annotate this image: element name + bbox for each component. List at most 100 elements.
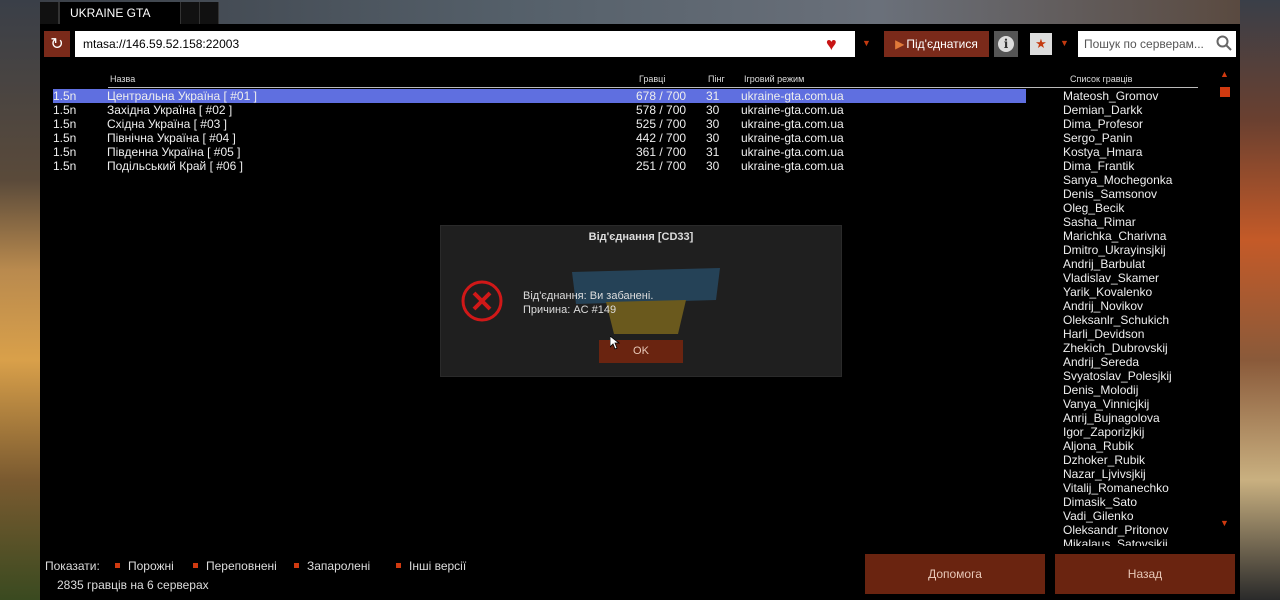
player-list-item[interactable]: Vladislav_Skamer <box>1063 271 1172 285</box>
player-list-item[interactable]: Dmitro_Ukrayinsjkij <box>1063 243 1172 257</box>
player-list-item[interactable]: Marichka_Charivna <box>1063 229 1172 243</box>
help-button[interactable]: Допомога <box>865 554 1045 594</box>
filter-full[interactable]: Переповнені <box>206 559 277 573</box>
server-players: 578 / 700 <box>636 103 687 117</box>
player-list-item[interactable]: Sanya_Mochegonka <box>1063 173 1172 187</box>
refresh-icon: ↻ <box>50 36 64 53</box>
connect-button[interactable]: ▶ Під'єднатися <box>884 31 989 57</box>
player-list-item[interactable]: Dzhoker_Rubik <box>1063 453 1172 467</box>
player-list-item[interactable]: Sergo_Panin <box>1063 131 1172 145</box>
player-list-item[interactable]: Dima_Frantik <box>1063 159 1172 173</box>
player-list-item[interactable]: Denis_Molodij <box>1063 383 1172 397</box>
player-list-item[interactable]: Oleg_Becik <box>1063 201 1172 215</box>
server-name: Східна Україна [ #03 ] <box>107 117 227 131</box>
server-name: Південна Україна [ #05 ] <box>107 145 241 159</box>
player-list-item[interactable]: Andrij_Novikov <box>1063 299 1172 313</box>
column-header-players[interactable]: Гравці <box>639 74 665 84</box>
tab-placeholder[interactable] <box>200 2 220 24</box>
server-row[interactable]: 1.5n Подільський Край [ #06 ] 251 / 700 30 u… <box>53 159 1026 173</box>
player-list-items: Mateosh_Gromov Demian_Darkk Dima_Profesor S… <box>1063 89 1172 546</box>
player-list-item[interactable]: Svyatoslav_Polesjkij <box>1063 369 1172 383</box>
player-list-item[interactable]: Nazar_Ljvivsjkij <box>1063 467 1172 481</box>
filter-checkbox[interactable] <box>115 563 120 568</box>
player-list-item[interactable]: Andrij_Sereda <box>1063 355 1172 369</box>
back-button[interactable]: Назад <box>1055 554 1235 594</box>
server-version: 1.5n <box>53 145 77 159</box>
player-list-item[interactable]: Anrij_Bujnagolova <box>1063 411 1172 425</box>
chevron-down-icon[interactable]: ▼ <box>862 38 871 48</box>
player-list-item[interactable]: Andrij_Barbulat <box>1063 257 1172 271</box>
server-version: 1.5n <box>53 131 77 145</box>
player-list-item[interactable]: Mateosh_Gromov <box>1063 89 1172 103</box>
player-list-item[interactable]: Demian_Darkk <box>1063 103 1172 117</box>
server-row[interactable]: 1.5n Західна Україна [ #02 ] 578 / 700 30 uk… <box>53 103 1026 117</box>
server-address-input[interactable]: mtasa://146.59.52.158:22003 <box>75 31 855 57</box>
dialog-message-line2: Причина: AC #149 <box>523 304 617 316</box>
player-list-item[interactable]: Mikalaus_Satovsjkij <box>1063 537 1172 546</box>
server-version: 1.5n <box>53 159 77 173</box>
server-row[interactable]: 1.5n Східна Україна [ #03 ] 525 / 700 30 ukr… <box>53 117 1026 131</box>
search-input[interactable]: Пошук по серверам... <box>1078 31 1236 57</box>
filter-empty[interactable]: Порожні <box>128 559 174 573</box>
mouse-cursor-icon <box>610 336 620 350</box>
player-list-item[interactable]: Vadi_Gilenko <box>1063 509 1172 523</box>
player-list-item[interactable]: Aljona_Rubik <box>1063 439 1172 453</box>
server-row[interactable]: 1.5n Центральна Україна [ #01 ] 678 / 700 3… <box>53 89 1026 103</box>
background-right <box>1240 0 1280 600</box>
tab-placeholder[interactable] <box>181 2 201 24</box>
server-gamemode: ukraine-gta.com.ua <box>741 131 844 145</box>
server-gamemode: ukraine-gta.com.ua <box>741 89 844 103</box>
server-players: 442 / 700 <box>636 131 687 145</box>
filter-checkbox[interactable] <box>193 563 198 568</box>
background-left <box>0 0 40 600</box>
scroll-up-arrow-icon[interactable]: ▲ <box>1220 69 1229 79</box>
column-header-name[interactable]: Назва <box>110 74 135 84</box>
tab-placeholder[interactable] <box>40 2 59 24</box>
search-icon[interactable] <box>1216 35 1232 51</box>
column-header-gamemode[interactable]: Ігровий режим <box>744 74 804 84</box>
info-icon: i <box>998 36 1014 52</box>
player-list-item[interactable]: Vanya_Vinnicjkij <box>1063 397 1172 411</box>
player-list-item[interactable]: Oleksanlr_Schukich <box>1063 313 1172 327</box>
refresh-button[interactable]: ↻ <box>44 31 70 57</box>
chevron-down-icon[interactable]: ▼ <box>1060 38 1069 48</box>
column-header-ping[interactable]: Пінг <box>708 74 725 84</box>
dialog-message-line1: Від'єднання: Ви забанені. <box>523 290 654 302</box>
player-list-item[interactable]: Oleksandr_Pritonov <box>1063 523 1172 537</box>
server-name: Центральна Україна [ #01 ] <box>107 89 257 103</box>
player-list-item[interactable]: Vitalij_Romanechko <box>1063 481 1172 495</box>
player-list-item[interactable]: Zhekich_Dubrovskij <box>1063 341 1172 355</box>
favorite-heart-icon[interactable]: ♥ <box>826 34 837 54</box>
server-ping: 30 <box>706 131 720 145</box>
scrollbar-thumb[interactable] <box>1220 87 1230 97</box>
player-list-item[interactable]: Denis_Samsonov <box>1063 187 1172 201</box>
filter-checkbox[interactable] <box>294 563 299 568</box>
server-version: 1.5n <box>53 103 77 117</box>
player-list-item[interactable]: Dimasik_Sato <box>1063 495 1172 509</box>
player-list-item[interactable]: Sasha_Rimar <box>1063 215 1172 229</box>
server-players: 361 / 700 <box>636 145 687 159</box>
server-version: 1.5n <box>53 89 77 103</box>
filter-other-versions[interactable]: Інші версії <box>409 559 466 573</box>
server-row[interactable]: 1.5n Північна Україна [ #04 ] 442 / 700 30 u… <box>53 131 1026 145</box>
toolbar: ↻ mtasa://146.59.52.158:22003 ♥ ▼ ▶ Під'є… <box>44 31 1236 57</box>
server-row[interactable]: 1.5n Південна Україна [ #05 ] 361 / 700 31 u… <box>53 145 1026 159</box>
filter-checkbox[interactable] <box>396 563 401 568</box>
info-button[interactable]: i <box>994 31 1018 57</box>
server-ping: 30 <box>706 159 720 173</box>
server-ping: 30 <box>706 103 720 117</box>
player-list-item[interactable]: Igor_Zaporizjkij <box>1063 425 1172 439</box>
tab-ukraine-gta[interactable]: UKRAINE GTA <box>59 2 182 24</box>
favorites-icon[interactable]: ★ <box>1030 33 1052 55</box>
server-ping: 30 <box>706 117 720 131</box>
player-list-item[interactable]: Harli_Devidson <box>1063 327 1172 341</box>
filter-locked[interactable]: Запаролені <box>307 559 370 573</box>
player-list-item[interactable]: Kostya_Hmara <box>1063 145 1172 159</box>
player-list: Список гравців Mateosh_Gromov Demian_Dark… <box>1060 66 1200 546</box>
player-list-item[interactable]: Yarik_Kovalenko <box>1063 285 1172 299</box>
play-icon: ▶ <box>895 37 905 51</box>
server-gamemode: ukraine-gta.com.ua <box>741 117 844 131</box>
dialog-title: Від'єднання [CD33] <box>588 231 694 243</box>
scroll-down-arrow-icon[interactable]: ▼ <box>1220 518 1229 528</box>
player-list-item[interactable]: Dima_Profesor <box>1063 117 1172 131</box>
